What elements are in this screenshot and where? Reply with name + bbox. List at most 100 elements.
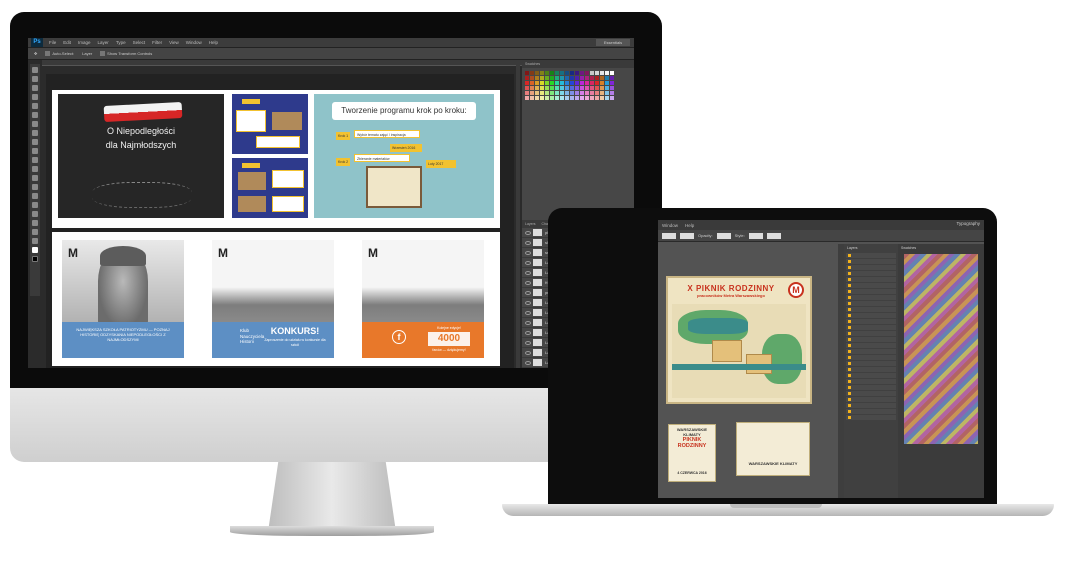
ai-layer-row[interactable] — [846, 343, 896, 348]
tab-layers[interactable]: Layers — [525, 222, 536, 226]
ai-layer-row[interactable] — [846, 415, 896, 420]
ai-layer-row[interactable] — [846, 259, 896, 264]
swatch-chip[interactable] — [610, 86, 614, 90]
swatch-chip[interactable] — [595, 96, 599, 100]
swatch-chip[interactable] — [600, 86, 604, 90]
swatch-chip[interactable] — [545, 91, 549, 95]
swatch-chip[interactable] — [575, 71, 579, 75]
swatch-chip[interactable] — [555, 86, 559, 90]
ai-layer-row[interactable] — [846, 289, 896, 294]
type-icon[interactable] — [32, 202, 38, 208]
swatch-chip[interactable] — [525, 76, 529, 80]
visibility-eye-icon[interactable] — [525, 230, 531, 235]
ai-layer-row[interactable] — [846, 325, 896, 330]
tab-swatches[interactable]: Swatches — [525, 62, 540, 66]
align-controls[interactable] — [766, 232, 781, 239]
swatch-chip[interactable] — [600, 91, 604, 95]
swatch-chip[interactable] — [580, 81, 584, 85]
stroke-weight-field[interactable] — [662, 232, 676, 239]
swatch-chip[interactable] — [560, 86, 564, 90]
transform-controls-checkbox[interactable]: Show Transform Controls — [100, 51, 152, 56]
marquee-icon[interactable] — [32, 76, 38, 82]
swatch-chip[interactable] — [575, 86, 579, 90]
swatch-chip[interactable] — [565, 71, 569, 75]
menu-help[interactable]: Help — [685, 223, 694, 228]
swatch-chip[interactable] — [535, 91, 539, 95]
visibility-eye-icon[interactable] — [525, 280, 531, 285]
swatch-chip[interactable] — [550, 86, 554, 90]
swatch-chip[interactable] — [560, 71, 564, 75]
swatch-chip[interactable] — [590, 86, 594, 90]
swatch-chip[interactable] — [580, 76, 584, 80]
swatch-chip[interactable] — [610, 81, 614, 85]
swatch-chip[interactable] — [530, 81, 534, 85]
menu-help[interactable]: Help — [209, 40, 218, 45]
swatch-chip[interactable] — [545, 96, 549, 100]
visibility-eye-icon[interactable] — [525, 290, 531, 295]
swatch-chip[interactable] — [570, 71, 574, 75]
swatch-chip[interactable] — [565, 76, 569, 80]
swatch-chip[interactable] — [525, 96, 529, 100]
swatch-chip[interactable] — [605, 76, 609, 80]
blur-icon[interactable] — [32, 175, 38, 181]
swatch-chip[interactable] — [575, 76, 579, 80]
auto-select-checkbox[interactable]: Auto-Select: — [45, 51, 74, 56]
eyedropper-icon[interactable] — [32, 112, 38, 118]
ai-artboard-area[interactable]: X PIKNIK RODZINNY pracowników Metra Wars… — [658, 244, 844, 498]
swatch-chip[interactable] — [580, 71, 584, 75]
swatch-chip[interactable] — [535, 71, 539, 75]
ai-layer-row[interactable] — [846, 277, 896, 282]
swatch-chip[interactable] — [560, 81, 564, 85]
swatch-chip[interactable] — [585, 86, 589, 90]
ai-layer-row[interactable] — [846, 301, 896, 306]
swatch-chip[interactable] — [600, 96, 604, 100]
swatch-chip[interactable] — [535, 86, 539, 90]
swatch-chip[interactable] — [525, 71, 529, 75]
swatch-chip[interactable] — [525, 91, 529, 95]
menu-layer[interactable]: Layer — [98, 40, 109, 45]
swatch-chip[interactable] — [580, 91, 584, 95]
healing-brush-icon[interactable] — [32, 121, 38, 127]
swatch-chip[interactable] — [595, 91, 599, 95]
swatch-chip[interactable] — [545, 81, 549, 85]
hand-icon[interactable] — [32, 229, 38, 235]
swatch-chip[interactable] — [530, 71, 534, 75]
swatch-chip[interactable] — [530, 86, 534, 90]
menu-filter[interactable]: Filter — [152, 40, 162, 45]
brush-definition-dropdown[interactable] — [680, 232, 694, 239]
workspace-switcher[interactable]: Essentials — [596, 39, 630, 46]
swatch-chip[interactable] — [555, 71, 559, 75]
brush-icon[interactable] — [32, 130, 38, 136]
foreground-color-icon[interactable] — [32, 247, 38, 253]
swatch-chip[interactable] — [540, 76, 544, 80]
ai-layer-row[interactable] — [846, 379, 896, 384]
visibility-eye-icon[interactable] — [525, 250, 531, 255]
swatch-chip[interactable] — [570, 81, 574, 85]
swatch-chip[interactable] — [580, 86, 584, 90]
swatch-chip[interactable] — [605, 71, 609, 75]
swatch-chip[interactable] — [525, 81, 529, 85]
swatch-chip[interactable] — [565, 91, 569, 95]
visibility-eye-icon[interactable] — [525, 320, 531, 325]
swatch-chip[interactable] — [540, 86, 544, 90]
swatch-chip[interactable] — [560, 91, 564, 95]
swatch-chip[interactable] — [590, 81, 594, 85]
swatches-grid[interactable] — [522, 68, 634, 103]
path-select-icon[interactable] — [32, 211, 38, 217]
crop-icon[interactable] — [32, 103, 38, 109]
swatch-chip[interactable] — [585, 71, 589, 75]
clone-stamp-icon[interactable] — [32, 139, 38, 145]
menu-edit[interactable]: Edit — [63, 40, 71, 45]
visibility-eye-icon[interactable] — [525, 270, 531, 275]
ai-layer-row[interactable] — [846, 307, 896, 312]
swatch-chip[interactable] — [540, 96, 544, 100]
swatch-chip[interactable] — [590, 96, 594, 100]
move-tool-icon[interactable]: ✥ — [34, 51, 37, 56]
visibility-eye-icon[interactable] — [525, 310, 531, 315]
swatch-chip[interactable] — [570, 86, 574, 90]
menu-image[interactable]: Image — [78, 40, 91, 45]
move-icon[interactable] — [32, 67, 38, 73]
style-dropdown[interactable] — [748, 232, 763, 239]
swatch-chip[interactable] — [585, 76, 589, 80]
ai-layer-row[interactable] — [846, 337, 896, 342]
